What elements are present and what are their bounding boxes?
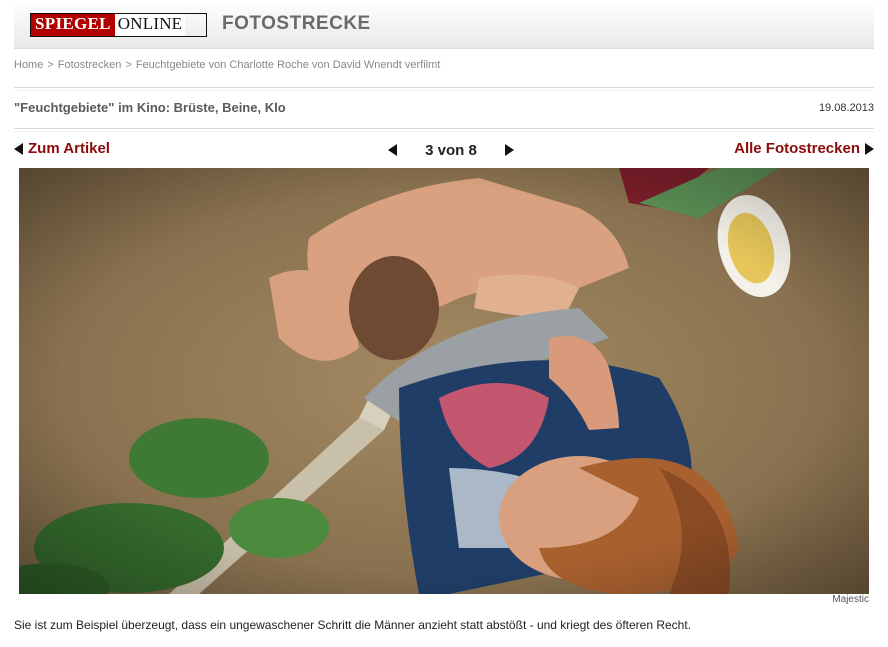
breadcrumb: Home > Fotostrecken > Feuchtgebiete von Char… [14,59,440,71]
photo-caption: Sie ist zum Beispiel überzeugt, dass ein… [14,618,692,632]
breadcrumb-separator: > [125,59,132,71]
site-header: SPIEGEL ONLINE FOTOSTRECKE [14,0,874,49]
back-to-article-link[interactable]: Zum Artikel [14,140,110,157]
breadcrumb-fotostrecken[interactable]: Fotostrecken [58,59,122,71]
spiegel-online-logo[interactable]: SPIEGEL ONLINE [30,13,207,37]
gallery-photo[interactable] [19,168,869,594]
breadcrumb-current: Feuchtgebiete von Charlotte Roche von Da… [135,59,441,71]
pager-position: 3 von 8 [425,141,477,159]
divider [14,90,874,91]
divider [14,87,874,88]
logo-online-text: ONLINE [114,14,186,36]
logo-spiegel-text: SPIEGEL [31,14,115,36]
all-galleries-label: Alle Fotostrecken [734,140,860,157]
triangle-right-icon [505,144,514,156]
triangle-left-icon [388,144,397,156]
back-to-article-label: Zum Artikel [28,140,110,157]
article-title: "Feuchtgebiete" im Kino: Brüste, Beine, … [14,100,286,115]
next-photo-button[interactable] [503,140,516,160]
article-date: 19.08.2013 [818,102,874,114]
divider [14,128,874,129]
photo-credit: Majestic [832,594,869,605]
triangle-right-icon [865,142,874,155]
divider [14,131,874,132]
section-title: FOTOSTRECKE [222,13,371,34]
pager: 3 von 8 [386,140,516,160]
triangle-left-icon [14,142,23,155]
gallery-navigation: Zum Artikel 3 von 8 Alle Fotostrecken [14,140,874,162]
breadcrumb-home[interactable]: Home [14,59,43,71]
all-galleries-link[interactable]: Alle Fotostrecken [734,140,874,157]
breadcrumb-separator: > [47,59,54,71]
prev-photo-button[interactable] [386,140,399,160]
photo-illustration [19,168,869,594]
